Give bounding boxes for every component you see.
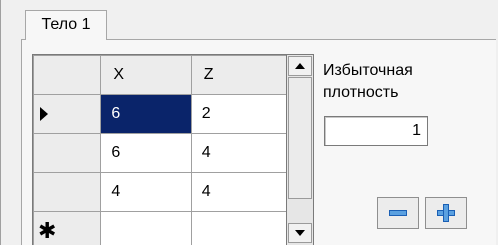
cell-z[interactable]: 2 (190, 94, 287, 134)
cell-x[interactable] (100, 211, 192, 245)
plus-icon (437, 204, 455, 222)
arrow-down-icon (295, 230, 305, 236)
row-header[interactable] (33, 133, 102, 173)
minus-icon (389, 210, 407, 216)
row-header[interactable] (33, 172, 102, 212)
table-row[interactable]: 4 4 (33, 172, 287, 212)
cell-z[interactable]: 4 (190, 133, 287, 173)
grid-corner-cell[interactable] (33, 55, 102, 95)
remove-row-button[interactable] (377, 197, 419, 229)
new-row-asterisk-icon: ✱ (38, 218, 57, 243)
current-row-indicator-icon (40, 107, 48, 121)
scroll-up-button[interactable] (288, 56, 312, 76)
scroll-thumb[interactable] (288, 77, 312, 199)
add-row-button[interactable] (425, 197, 467, 229)
points-grid[interactable]: X Z 6 2 6 4 4 4 ✱ (32, 54, 288, 245)
scroll-down-button[interactable] (288, 223, 312, 243)
new-row[interactable]: ✱ (33, 211, 287, 245)
column-header-z[interactable]: Z (190, 55, 287, 95)
grid-header-row: X Z (33, 55, 287, 95)
table-row[interactable]: 6 4 (33, 133, 287, 173)
grid-vertical-scrollbar[interactable] (286, 54, 314, 245)
row-header[interactable] (33, 94, 102, 134)
window: Тело 1 X Z 6 2 6 4 4 4 ✱ Избыточная плот… (0, 0, 498, 245)
density-input[interactable] (324, 116, 428, 146)
cell-z[interactable]: 4 (190, 172, 287, 212)
cell-z[interactable] (190, 211, 287, 245)
cell-x[interactable]: 6 (100, 133, 192, 173)
density-label: Избыточная плотность (323, 62, 413, 101)
tab-body-1[interactable]: Тело 1 (25, 10, 107, 40)
cell-x[interactable]: 4 (100, 172, 192, 212)
row-header[interactable]: ✱ (33, 211, 102, 245)
arrow-up-icon (295, 63, 305, 69)
table-row[interactable]: 6 2 (33, 94, 287, 134)
column-header-x[interactable]: X (100, 55, 192, 95)
cell-x[interactable]: 6 (100, 94, 192, 134)
